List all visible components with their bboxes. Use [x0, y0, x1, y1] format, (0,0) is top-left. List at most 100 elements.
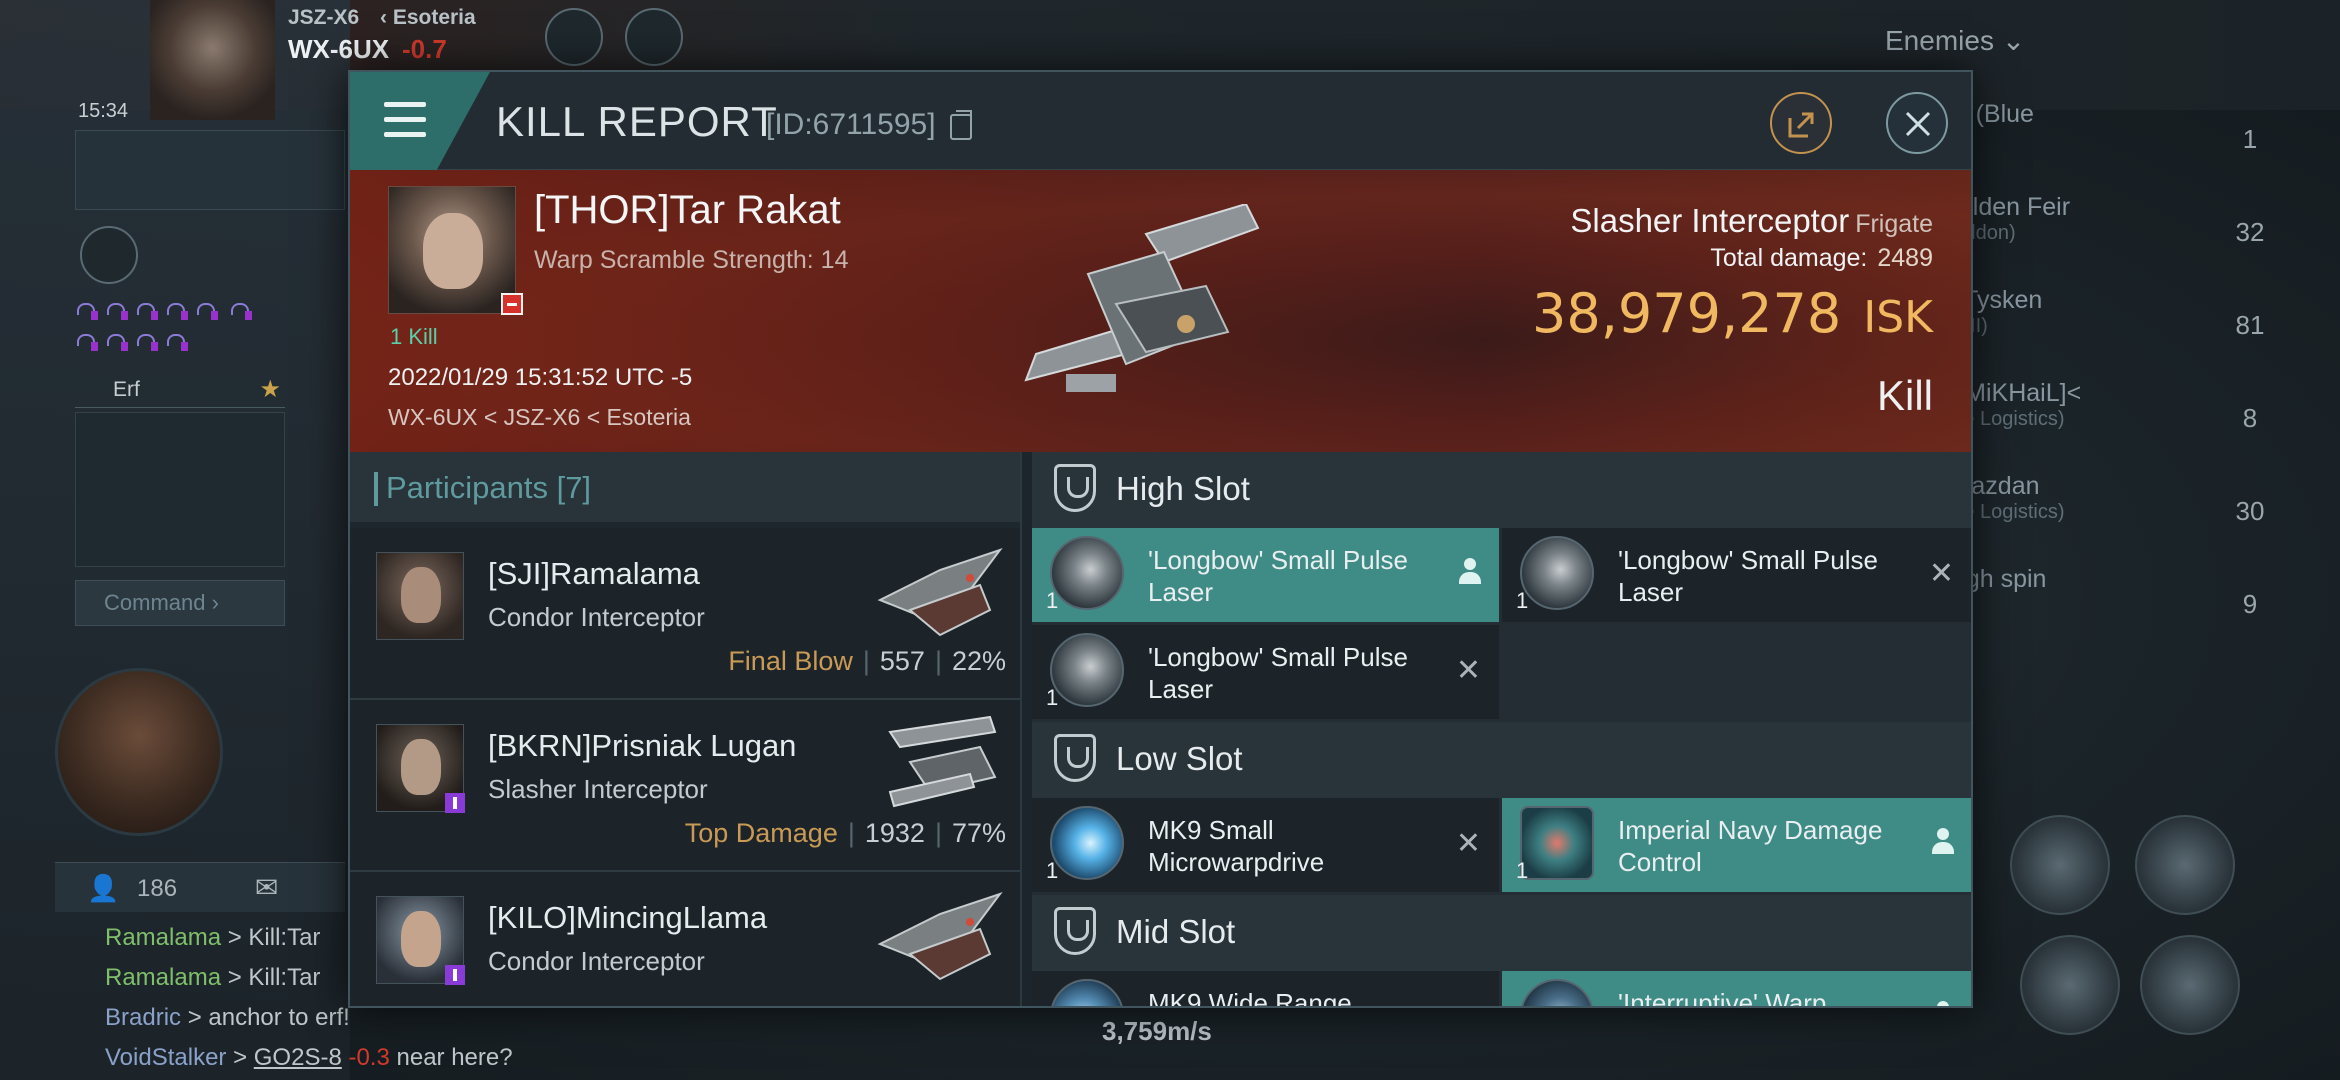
participant-damage: 1932 — [864, 818, 925, 848]
dropped-person-icon — [1932, 828, 1954, 858]
participant-ship-image — [888, 715, 997, 808]
module-quantity: 1 — [1516, 858, 1529, 883]
solar-system-name[interactable]: WX-6UX — [288, 34, 389, 65]
participant-percent: 77% — [951, 818, 1006, 848]
pilot-portrait[interactable] — [150, 0, 275, 120]
participant-ship-image — [877, 548, 1003, 637]
copy-icon[interactable] — [950, 110, 972, 140]
info-badge-icon — [445, 965, 465, 985]
overview-distance: 30 — [2235, 496, 2265, 526]
participant-row[interactable]: [SJI]Ramalama Condor Interceptor Final B… — [350, 528, 1020, 700]
damage-control-icon — [1520, 806, 1594, 880]
destroyed-x-icon: ✕ — [1928, 557, 1954, 590]
module-name: 'Interruptive' Warp — [1618, 988, 1827, 1008]
participant-percent: 22% — [951, 646, 1006, 676]
fleet-member-icon — [105, 330, 131, 352]
location-pin-icon[interactable] — [80, 226, 138, 284]
constellation-name: JSZ-X6 — [288, 6, 360, 29]
participant-damage: 557 — [879, 646, 925, 676]
module-quantity: 1 — [1046, 588, 1059, 613]
overview-filter-label[interactable]: Enemies ⌄ — [1885, 24, 2025, 57]
low-slot-header: Low Slot — [1032, 722, 1971, 798]
module-button[interactable] — [2020, 935, 2120, 1035]
erf-bookmark[interactable]: Erf ★ — [75, 372, 285, 408]
participants-header[interactable]: Participants [7] — [350, 452, 1020, 522]
overview-distance: 8 — [2242, 403, 2258, 433]
compass-icon[interactable] — [625, 8, 683, 66]
game-clock: 15:34 — [78, 100, 129, 122]
overview-distance: 81 — [2235, 310, 2265, 340]
victim-panel: [THOR]Tar Rakat Warp Scramble Strength: … — [350, 170, 1971, 452]
participant-portrait[interactable] — [376, 896, 465, 985]
share-icon — [1788, 112, 1814, 138]
overview-distance: 9 — [2242, 589, 2258, 619]
dropped-person-icon — [1459, 558, 1481, 588]
victim-name[interactable]: [THOR]Tar Rakat — [534, 188, 841, 233]
total-damage-label: Total damage: — [1710, 244, 1868, 272]
kill-report-id: [ID:6711595] — [766, 108, 936, 141]
high-slot-header: High Slot — [1032, 452, 1971, 528]
overview-distance: 1 — [2242, 124, 2258, 154]
close-button[interactable] — [1886, 92, 1948, 154]
participant-row[interactable]: [BKRN]Prisniak Lugan Slasher Interceptor… — [350, 700, 1020, 872]
fleet-member-icon — [75, 299, 101, 321]
module-item[interactable]: 1 Imperial Navy Damage Control — [1502, 798, 1971, 892]
module-button[interactable] — [2010, 815, 2110, 915]
participant-name: [KILO]MincingLlama — [488, 900, 768, 935]
player-avatar[interactable] — [55, 668, 223, 836]
module-item[interactable]: 1 'Longbow' Small Pulse Laser ✕ — [1502, 528, 1971, 622]
module-quantity: 1 — [1516, 588, 1529, 613]
mail-icon[interactable]: ✉ — [255, 871, 278, 904]
participants-panel: Participants [7] [SJI]Ramalama Condor In… — [350, 452, 1022, 1006]
module-button[interactable] — [2140, 935, 2240, 1035]
hostile-badge-icon — [501, 293, 523, 315]
top-damage-tag: Top Damage — [684, 818, 838, 848]
participant-portrait[interactable] — [376, 724, 465, 813]
mid-slot-header: Mid Slot — [1032, 895, 1971, 971]
fitting-panel[interactable]: High Slot 1 'Longbow' Small Pulse Laser … — [1032, 452, 1971, 1008]
participant-ship-image — [877, 892, 1003, 981]
chat-line: VoidStalker > GO2S-8 -0.3 near here? — [105, 1044, 513, 1071]
overview-icon[interactable] — [545, 8, 603, 66]
module-item[interactable]: 1 MK9 Small Microwarpdrive ✕ — [1032, 798, 1499, 892]
module-quantity: 1 — [1046, 858, 1059, 883]
command-button[interactable]: Command › — [75, 580, 285, 626]
members-count: 186 — [137, 875, 178, 902]
participant-row[interactable]: [KILO]MincingLlama Condor Interceptor — [350, 872, 1020, 1006]
victim-portrait[interactable] — [388, 186, 523, 315]
module-name: 'Longbow' Small Pulse Laser — [1618, 545, 1878, 607]
isk-amount: 38,979,278 — [1532, 282, 1842, 345]
module-item[interactable]: 1 'Longbow' Small Pulse Laser — [1032, 528, 1499, 622]
participants-list[interactable]: [SJI]Ramalama Condor Interceptor Final B… — [350, 528, 1020, 1006]
fleet-member-icon — [195, 299, 221, 321]
fleet-member-icon — [75, 330, 101, 352]
mid-slot-icon — [1054, 907, 1096, 955]
kill-report-modal: KILL REPORT [ID:6711595] [THOR]Tar Rakat… — [348, 70, 1973, 1008]
security-status: -0.7 — [402, 34, 447, 64]
module-name: MK9 Wide Range — [1148, 988, 1352, 1008]
pulse-laser-icon — [1050, 536, 1124, 610]
participant-portrait[interactable] — [376, 552, 464, 640]
participant-face — [401, 739, 441, 795]
module-item[interactable]: 1 'Interruptive' Warp — [1502, 971, 1971, 1008]
share-button[interactable] — [1770, 92, 1832, 154]
victim-ship[interactable]: Slasher Interceptor Frigate — [1570, 202, 1933, 240]
module-item[interactable]: 1 'Longbow' Small Pulse Laser ✕ — [1032, 625, 1499, 719]
victim-kill-count: 1 Kill — [390, 324, 438, 349]
participant-stats: Top Damage | 1932 | 77% — [684, 818, 1006, 848]
modal-title: KILL REPORT — [496, 98, 778, 145]
module-button[interactable] — [2135, 815, 2235, 915]
warp-disruptor-icon — [1520, 979, 1594, 1006]
kill-location[interactable]: WX-6UX < JSZ-X6 < Esoteria — [388, 404, 691, 431]
module-name: MK9 Small Microwarpdrive — [1148, 815, 1325, 877]
high-slot-label: High Slot — [1116, 470, 1250, 507]
participant-ship: Condor Interceptor — [488, 946, 705, 976]
close-icon — [1905, 111, 1931, 137]
menu-button[interactable] — [350, 72, 490, 170]
dropped-person-icon — [1932, 1001, 1954, 1006]
command-label: Command — [104, 590, 206, 615]
participant-ship: Slasher Interceptor — [488, 774, 708, 804]
empty-slot — [1502, 625, 1971, 719]
pulse-laser-icon — [1520, 536, 1594, 610]
module-item[interactable]: 1 MK9 Wide Range ✕ — [1032, 971, 1499, 1008]
